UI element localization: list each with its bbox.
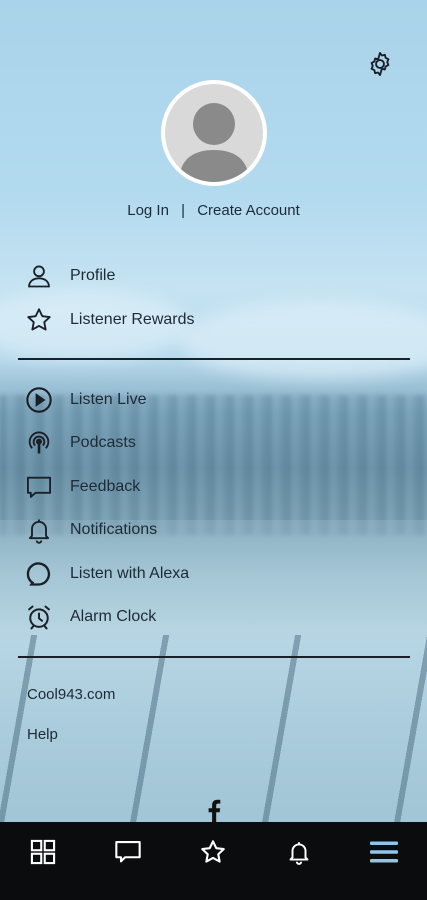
menu-item-label: Profile [70, 267, 116, 284]
menu-item-listen-with-alexa[interactable]: Listen with Alexa [24, 556, 189, 592]
play-circle-icon [24, 385, 54, 415]
menu-item-profile[interactable]: Profile [24, 258, 115, 294]
podcast-icon [24, 428, 54, 458]
user-placeholder-icon [179, 103, 249, 182]
person-icon [24, 261, 54, 291]
grid-icon [30, 839, 55, 865]
tab-menu[interactable] [364, 832, 404, 872]
bell-icon [289, 842, 309, 865]
menu-item-label: Podcasts [70, 434, 136, 451]
menu-item-label: Listen Live [70, 391, 147, 408]
tab-notifications[interactable] [279, 832, 319, 872]
bottom-tab-bar [0, 822, 427, 900]
hamburger-icon [370, 841, 399, 863]
background-cloud [180, 300, 427, 380]
menu-item-label: Feedback [70, 478, 141, 495]
star-icon [24, 305, 54, 335]
help-link[interactable]: Help [27, 726, 58, 743]
menu-item-notifications[interactable]: Notifications [24, 512, 157, 548]
create-account-link[interactable]: Create Account [197, 202, 300, 219]
chat-icon [115, 841, 141, 863]
alarm-clock-icon [24, 602, 54, 632]
tab-messages[interactable] [108, 832, 148, 872]
settings-button[interactable] [364, 48, 396, 80]
tab-home[interactable] [23, 832, 63, 872]
menu-item-listen-live[interactable]: Listen Live [24, 382, 147, 418]
menu-item-label: Listener Rewards [70, 311, 195, 328]
feedback-icon [24, 472, 54, 502]
menu-item-podcasts[interactable]: Podcasts [24, 425, 136, 461]
alexa-icon [24, 559, 54, 589]
facebook-button[interactable] [203, 798, 225, 824]
avatar[interactable] [161, 80, 267, 186]
auth-links: Log In | Create Account [0, 202, 427, 219]
login-link[interactable]: Log In [127, 202, 169, 219]
facebook-icon [208, 799, 221, 823]
bell-icon [24, 515, 54, 545]
menu-item-listener-rewards[interactable]: Listener Rewards [24, 302, 195, 338]
menu-item-label: Notifications [70, 521, 158, 538]
menu-item-alarm-clock[interactable]: Alarm Clock [24, 599, 156, 635]
website-link[interactable]: Cool943.com [27, 686, 115, 703]
menu-item-label: Alarm Clock [70, 608, 157, 625]
auth-separator: | [181, 202, 186, 219]
tab-rewards[interactable] [193, 832, 233, 872]
menu-item-label: Listen with Alexa [70, 565, 190, 582]
menu-screen: Log In | Create Account Profile Listener… [0, 0, 427, 900]
menu-divider [18, 656, 410, 658]
star-icon [201, 840, 226, 863]
menu-divider [18, 358, 410, 360]
gear-icon [370, 51, 390, 77]
menu-item-feedback[interactable]: Feedback [24, 469, 140, 505]
